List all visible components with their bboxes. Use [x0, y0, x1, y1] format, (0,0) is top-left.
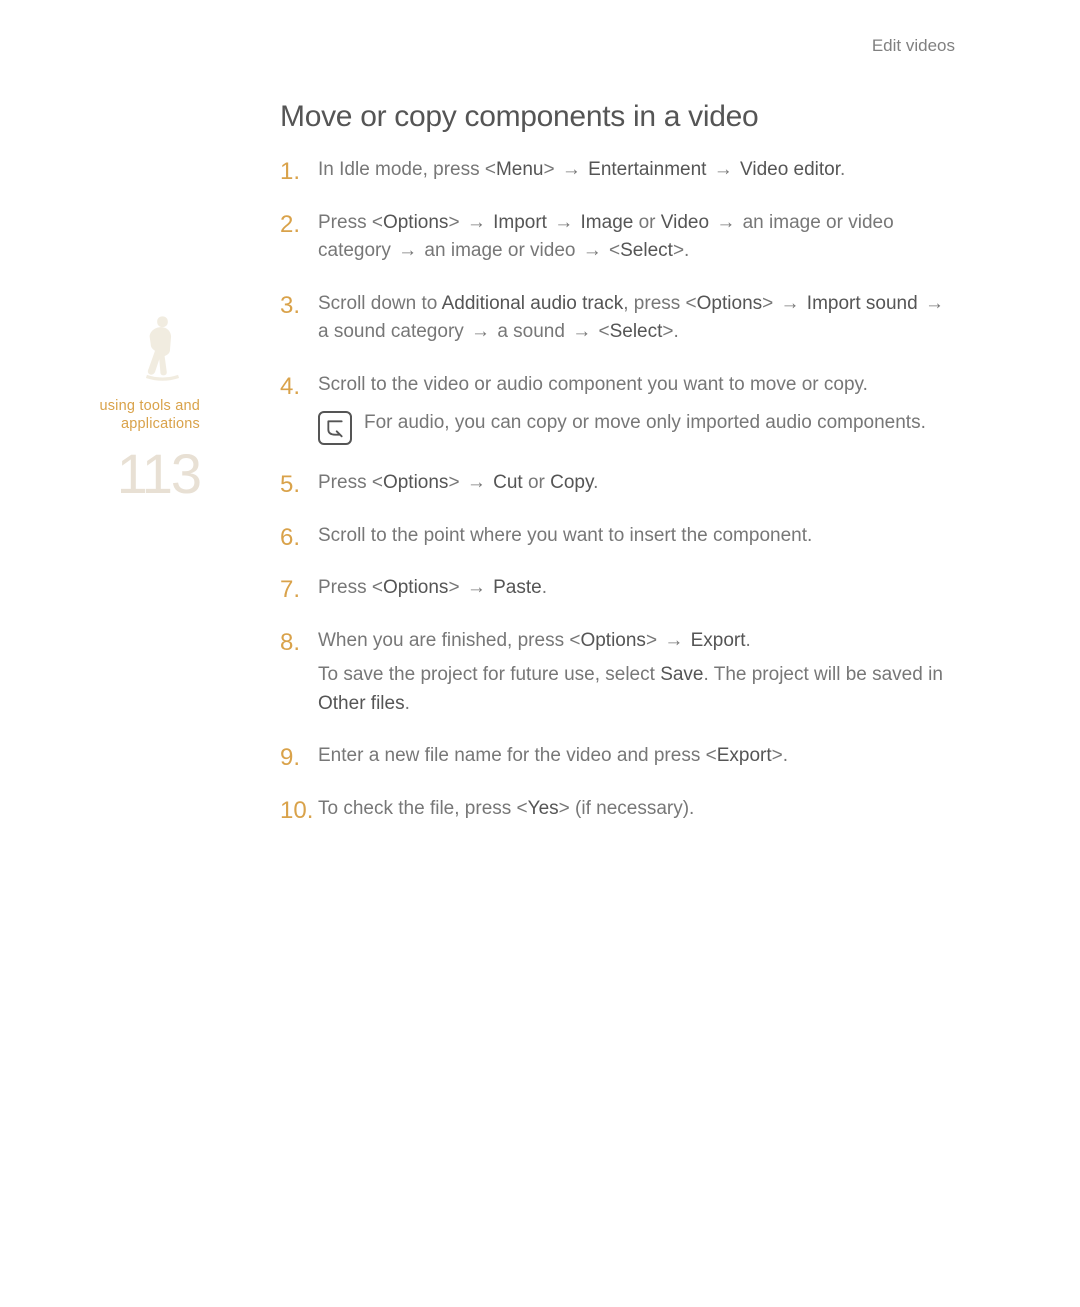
options-key: Options [383, 577, 448, 598]
arrow-icon: → [465, 577, 488, 598]
sidebar-caption: using tools and applications [80, 397, 200, 433]
thinker-figure-icon [135, 310, 190, 385]
export-key: Export [717, 745, 772, 766]
import-sound-key: Import sound [807, 293, 918, 314]
video-key: Video [661, 212, 709, 233]
arrow-icon: → [923, 293, 946, 314]
sidebar-caption-line2: applications [121, 416, 200, 432]
page-title: Move or copy components in a video [280, 100, 960, 134]
entertainment-key: Entertainment [588, 159, 706, 180]
select-key: Select [620, 240, 673, 261]
note-text: For audio, you can copy or move only imp… [364, 409, 926, 438]
arrow-icon: → [465, 472, 488, 493]
save-key: Save [660, 664, 703, 685]
additional-audio-track-key: Additional audio track [442, 293, 624, 314]
step-1: In Idle mode, press <Menu> → Entertainme… [280, 156, 960, 185]
select-key: Select [610, 321, 663, 342]
video-editor-key: Video editor [740, 159, 840, 180]
arrow-icon: → [714, 212, 737, 233]
options-key: Options [580, 630, 645, 651]
import-key: Import [493, 212, 547, 233]
arrow-icon: → [779, 293, 802, 314]
step-8-subtext: To save the project for future use, sele… [318, 661, 960, 718]
step-2: Press <Options> → Import → Image or Vide… [280, 209, 960, 266]
arrow-icon: → [662, 630, 685, 651]
arrow-icon: → [552, 212, 575, 233]
step-10: To check the file, press <Yes> (if neces… [280, 795, 960, 824]
step-9: Enter a new file name for the video and … [280, 742, 960, 771]
arrow-icon: → [570, 321, 593, 342]
options-key: Options [383, 472, 448, 493]
copy-key: Copy [550, 472, 593, 493]
image-key: Image [581, 212, 634, 233]
cut-key: Cut [493, 472, 523, 493]
step-8: When you are finished, press <Options> →… [280, 627, 960, 719]
step-5: Press <Options> → Cut or Copy. [280, 469, 960, 498]
arrow-icon: → [396, 240, 419, 261]
options-key: Options [383, 212, 448, 233]
options-key: Options [697, 293, 762, 314]
sidebar-caption-line1: using tools and [99, 398, 200, 414]
arrow-icon: → [469, 321, 492, 342]
other-files-key: Other files [318, 693, 405, 714]
yes-key: Yes [528, 798, 559, 819]
arrow-icon: → [465, 212, 488, 233]
step-6: Scroll to the point where you want to in… [280, 522, 960, 551]
paste-key: Paste [493, 577, 542, 598]
arrow-icon: → [560, 159, 583, 180]
note-icon [318, 411, 352, 445]
sidebar: using tools and applications 113 [80, 310, 200, 506]
header-section-label: Edit videos [872, 36, 955, 56]
page-number: 113 [80, 441, 200, 506]
step-3: Scroll down to Additional audio track, p… [280, 290, 960, 347]
arrow-icon: → [581, 240, 604, 261]
main-content: Move or copy components in a video In Id… [280, 100, 960, 847]
arrow-icon: → [712, 159, 735, 180]
steps-list: In Idle mode, press <Menu> → Entertainme… [280, 156, 960, 823]
export-key: Export [691, 630, 746, 651]
step-4: Scroll to the video or audio component y… [280, 371, 960, 446]
menu-key: Menu [496, 159, 544, 180]
note-callout: For audio, you can copy or move only imp… [318, 409, 960, 445]
step-7: Press <Options> → Paste. [280, 574, 960, 603]
